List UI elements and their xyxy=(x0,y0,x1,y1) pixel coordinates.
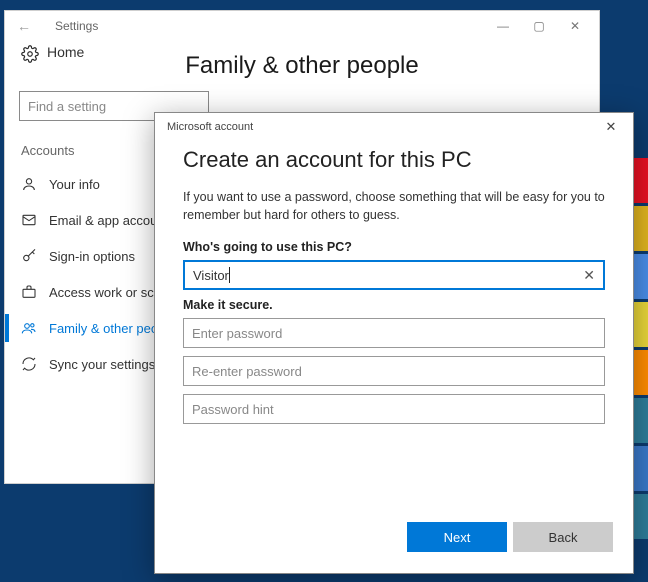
people-icon xyxy=(21,320,37,336)
secure-heading: Make it secure. xyxy=(183,298,605,312)
text-caret xyxy=(229,267,230,283)
briefcase-icon xyxy=(21,284,37,300)
next-button[interactable]: Next xyxy=(407,522,507,552)
mail-icon xyxy=(21,212,37,228)
reenter-placeholder: Re-enter password xyxy=(192,364,302,379)
dialog-body: Create an account for this PC If you wan… xyxy=(155,141,633,515)
hint-placeholder: Password hint xyxy=(192,402,274,417)
reenter-password-input[interactable]: Re-enter password xyxy=(183,356,605,386)
username-value: Visitor xyxy=(193,268,229,283)
maximize-button[interactable]: ▢ xyxy=(521,12,557,40)
dialog-titlebar: Microsoft account ✕ xyxy=(155,113,633,141)
desktop-tile xyxy=(634,398,648,443)
desktop-tile xyxy=(634,350,648,395)
settings-header: Home Family & other people xyxy=(5,41,599,91)
home-label[interactable]: Home xyxy=(47,44,84,60)
sync-icon xyxy=(21,356,37,372)
desktop-tile xyxy=(634,206,648,251)
nav-label: Sync your settings xyxy=(49,357,155,372)
page-title: Family & other people xyxy=(5,52,599,80)
password-hint-input[interactable]: Password hint xyxy=(183,394,605,424)
gear-icon[interactable] xyxy=(21,45,39,68)
back-button[interactable]: ← xyxy=(11,18,37,34)
dialog-footer: Next Back xyxy=(155,515,633,573)
search-placeholder: Find a setting xyxy=(28,99,106,114)
desktop-tile xyxy=(634,302,648,347)
desktop-tile xyxy=(634,446,648,491)
dialog-close-button[interactable]: ✕ xyxy=(597,115,625,139)
clear-input-icon[interactable]: ✕ xyxy=(583,267,595,284)
close-button[interactable]: ✕ xyxy=(557,12,593,40)
back-button[interactable]: Back xyxy=(513,522,613,552)
window-controls: — ▢ ✕ xyxy=(485,12,593,40)
username-input[interactable]: Visitor ✕ xyxy=(183,260,605,290)
window-title: Settings xyxy=(55,19,98,33)
create-account-dialog: Microsoft account ✕ Create an account fo… xyxy=(154,112,634,574)
key-icon xyxy=(21,248,37,264)
password-placeholder: Enter password xyxy=(192,326,282,341)
dialog-heading: Create an account for this PC xyxy=(183,147,605,173)
dialog-description: If you want to use a password, choose so… xyxy=(183,189,605,224)
desktop-tile xyxy=(634,254,648,299)
nav-label: Sign-in options xyxy=(49,249,135,264)
nav-label: Your info xyxy=(49,177,100,192)
settings-titlebar: ← Settings — ▢ ✕ xyxy=(5,11,599,41)
desktop-tile-strip xyxy=(634,0,648,582)
password-input[interactable]: Enter password xyxy=(183,318,605,348)
dialog-title: Microsoft account xyxy=(167,121,253,133)
minimize-button[interactable]: — xyxy=(485,12,521,40)
user-icon xyxy=(21,176,37,192)
username-question: Who's going to use this PC? xyxy=(183,240,605,254)
desktop-tile xyxy=(634,494,648,539)
desktop-tile xyxy=(634,158,648,203)
